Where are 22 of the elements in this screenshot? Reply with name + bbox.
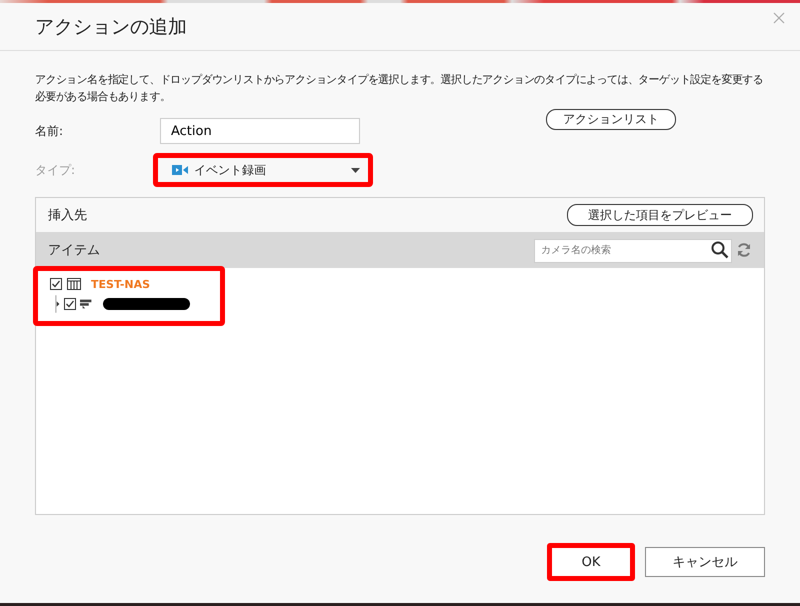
- action-list-button[interactable]: アクションリスト: [546, 108, 676, 130]
- cancel-button[interactable]: キャンセル: [645, 547, 765, 577]
- refresh-icon[interactable]: [736, 242, 752, 258]
- search-field[interactable]: カメラ名の検索: [534, 238, 732, 262]
- dialog-title: アクションの追加: [35, 14, 187, 40]
- name-field[interactable]: Action: [160, 118, 360, 144]
- caret-icon: [351, 168, 360, 172]
- panel-title: 挿入先: [48, 207, 87, 224]
- type-value: イベント録画: [194, 162, 267, 178]
- column-title: アイテム: [48, 242, 101, 259]
- search-icon[interactable]: [711, 241, 729, 259]
- server-icon: [67, 278, 81, 290]
- checkbox[interactable]: [50, 278, 62, 290]
- expand-caret-icon[interactable]: [55, 294, 60, 314]
- preview-button[interactable]: 選択した項目をプレビュー: [567, 204, 753, 226]
- type-dropdown[interactable]: イベント録画: [153, 153, 373, 187]
- description-text: アクション名を指定して、ドロップダウンリストからアクションタイプを選択します。選択したアクションのタイプによっては、ターゲット設定を変更する必要がある場合もあります。: [35, 72, 764, 105]
- checkbox[interactable]: [64, 298, 76, 310]
- type-label: タイプ:: [35, 162, 76, 178]
- video-camera-icon: [172, 164, 188, 176]
- ok-button[interactable]: OK: [547, 543, 635, 581]
- name-label: 名前:: [35, 122, 64, 140]
